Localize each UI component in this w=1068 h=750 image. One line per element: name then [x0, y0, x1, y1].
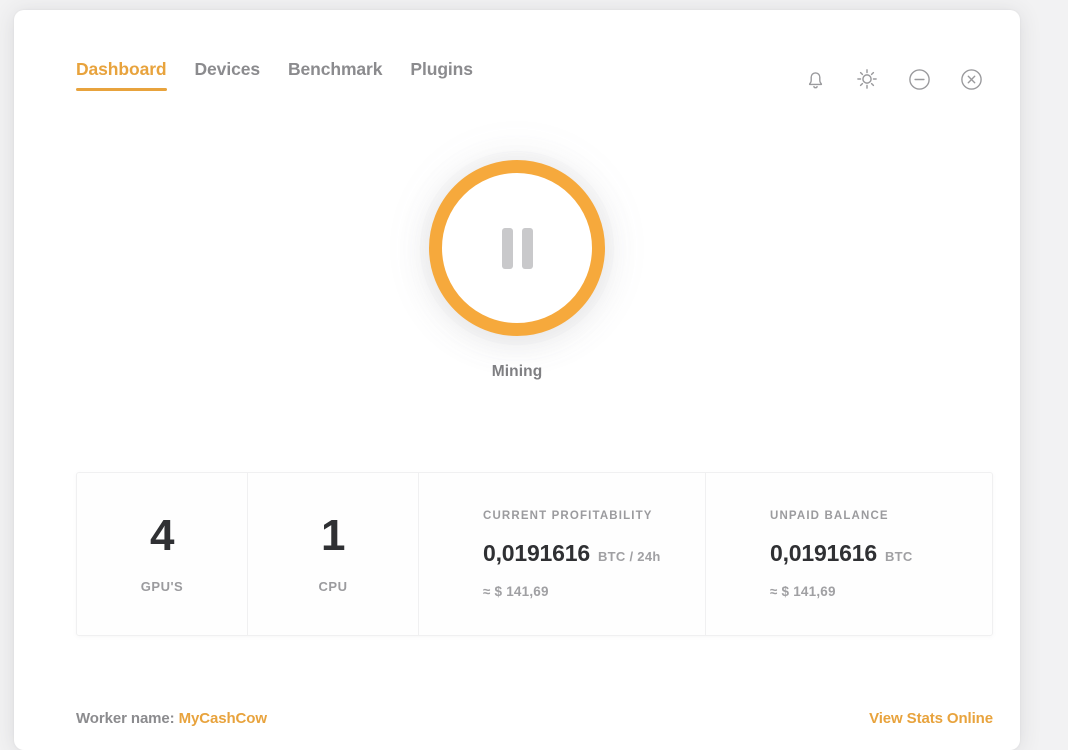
worker-name-label: Worker name: [76, 710, 175, 727]
tab-dashboard[interactable]: Dashboard [76, 56, 181, 82]
unpaid-balance-unit: BTC [885, 549, 913, 564]
application-window: Dashboard Devices Benchmark Plugins [14, 10, 1020, 750]
window-action-buttons [798, 62, 988, 96]
stats-panel: 4 GPU'S 1 CPU CURRENT PROFITABILITY 0,01… [76, 472, 993, 636]
profitability-amount: 0,0191616 [483, 540, 590, 567]
tab-benchmark[interactable]: Benchmark [274, 56, 396, 82]
footer-bar: Worker name: MyCashCow View Stats Online [76, 710, 993, 727]
stat-card-gpu: 4 GPU'S [77, 473, 248, 635]
stat-card-cpu: 1 CPU [248, 473, 419, 635]
gear-icon[interactable] [850, 62, 884, 96]
unpaid-balance-value-row: 0,0191616 BTC [770, 540, 992, 567]
tab-devices[interactable]: Devices [181, 56, 274, 82]
cpu-count-value: 1 [321, 514, 345, 558]
view-stats-online-link[interactable]: View Stats Online [869, 710, 993, 727]
unpaid-balance-approx-fiat: ≈ $ 141,69 [770, 584, 992, 599]
unpaid-balance-amount: 0,0191616 [770, 540, 877, 567]
minimize-circle-icon[interactable] [902, 62, 936, 96]
bell-icon[interactable] [798, 62, 832, 96]
profitability-approx-fiat: ≈ $ 141,69 [483, 584, 705, 599]
profitability-value-row: 0,0191616 BTC / 24h [483, 540, 705, 567]
main-navigation-tabs: Dashboard Devices Benchmark Plugins [76, 56, 487, 82]
stat-card-unpaid-balance: UNPAID BALANCE 0,0191616 BTC ≈ $ 141,69 [706, 473, 992, 635]
mining-status-label: Mining [492, 363, 543, 381]
profitability-unit: BTC / 24h [598, 549, 661, 564]
top-bar: Dashboard Devices Benchmark Plugins [14, 10, 1020, 118]
worker-name-value: MyCashCow [179, 710, 267, 727]
gpu-count-label: GPU'S [141, 579, 183, 594]
pause-icon [502, 228, 533, 269]
tab-plugins[interactable]: Plugins [396, 56, 487, 82]
unpaid-balance-label: UNPAID BALANCE [770, 510, 992, 522]
close-circle-icon[interactable] [954, 62, 988, 96]
profitability-label: CURRENT PROFITABILITY [483, 510, 705, 522]
cpu-count-label: CPU [319, 579, 348, 594]
stat-card-profitability: CURRENT PROFITABILITY 0,0191616 BTC / 24… [419, 473, 706, 635]
gpu-count-value: 4 [150, 514, 174, 558]
mining-control-section: Mining [14, 160, 1020, 381]
worker-name: Worker name: MyCashCow [76, 710, 267, 727]
mining-toggle-button[interactable] [429, 160, 605, 336]
